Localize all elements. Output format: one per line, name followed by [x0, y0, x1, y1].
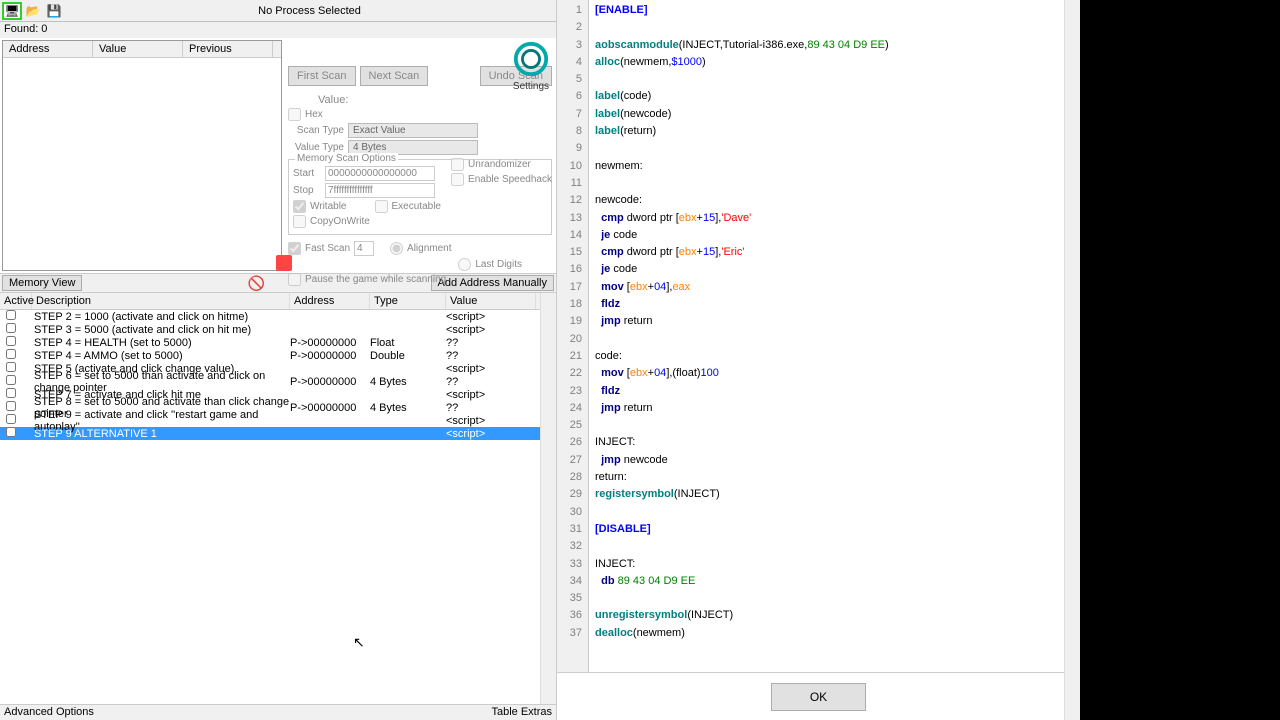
table-row[interactable]: STEP 9 = activate and click ''restart ga… [0, 414, 556, 427]
table-extras[interactable]: Table Extras [491, 706, 552, 719]
scan-options: Settings First Scan Next Scan Undo Scan … [284, 38, 556, 273]
active-checkbox[interactable] [6, 349, 16, 359]
save-icon[interactable]: 💾 [44, 2, 64, 20]
speedhack-icon[interactable] [276, 255, 292, 271]
editor-scrollbar[interactable] [1064, 0, 1080, 672]
table-row[interactable]: STEP 4 = AMMO (set to 5000)P->00000000Do… [0, 349, 556, 362]
align-radio[interactable] [390, 242, 403, 255]
col-active[interactable]: Active [0, 293, 32, 309]
active-checkbox[interactable] [6, 401, 16, 411]
active-checkbox[interactable] [6, 414, 16, 424]
table-row[interactable]: STEP 4 = HEALTH (set to 5000)P->00000000… [0, 336, 556, 349]
line-gutter: 1 2 3 4 5 6 7 8 9 10 11 12 13 14 15 16 1… [557, 0, 589, 672]
next-scan-button[interactable]: Next Scan [360, 66, 429, 86]
hex-checkbox[interactable] [288, 108, 301, 121]
address-table[interactable]: Active Description Address Type Value ST… [0, 293, 556, 704]
table-row[interactable]: STEP 9 ALTERNATIVE 1<script> [0, 427, 556, 440]
scantype-select[interactable]: Exact Value [348, 123, 478, 138]
table-scrollbar[interactable] [540, 293, 556, 704]
active-checkbox[interactable] [6, 310, 16, 320]
no-icon: 🚫 [248, 275, 265, 291]
code-text[interactable]: [ENABLE] aobscanmodule(INJECT,Tutorial-i… [589, 0, 1080, 672]
active-checkbox[interactable] [6, 362, 16, 372]
ok-button[interactable]: OK [771, 683, 866, 711]
fastscan-input[interactable] [354, 241, 374, 256]
col-addr[interactable]: Address [290, 293, 370, 309]
table-row[interactable]: STEP 3 = 5000 (activate and click on hit… [0, 323, 556, 336]
table-row[interactable]: STEP 6 = set to 5000 than activate and c… [0, 375, 556, 388]
active-checkbox[interactable] [6, 336, 16, 346]
cheat-engine-icon [512, 40, 550, 78]
open-process-icon[interactable]: 🖥 [2, 2, 22, 20]
advanced-options[interactable]: Advanced Options [4, 706, 94, 719]
main-panel: 🖥 📂 💾 No Process Selected Found: 0 Addre… [0, 0, 557, 720]
col-desc[interactable]: Description [32, 293, 290, 309]
active-checkbox[interactable] [6, 388, 16, 398]
fastscan-cb[interactable] [288, 242, 301, 255]
found-count: Found: 0 [0, 22, 556, 38]
col-previous[interactable]: Previous [183, 41, 273, 57]
memory-view-button[interactable]: Memory View [2, 275, 82, 291]
toolbar: 🖥 📂 💾 No Process Selected [0, 0, 556, 22]
pause-cb[interactable] [288, 273, 301, 286]
value-label: Value: [318, 94, 552, 106]
lastdig-radio[interactable] [458, 258, 471, 271]
speedhack-cb[interactable] [451, 173, 464, 186]
open-file-icon[interactable]: 📂 [23, 2, 43, 20]
col-type[interactable]: Type [370, 293, 446, 309]
settings-link[interactable]: Settings [512, 81, 550, 92]
table-row[interactable]: STEP 2 = 1000 (activate and click on hit… [0, 310, 556, 323]
process-label: No Process Selected [65, 5, 554, 17]
writable-cb[interactable] [293, 200, 306, 213]
script-editor: 1 2 3 4 5 6 7 8 9 10 11 12 13 14 15 16 1… [557, 0, 1080, 720]
exec-cb[interactable] [375, 200, 388, 213]
start-input[interactable] [325, 166, 435, 181]
col-val[interactable]: Value [446, 293, 536, 309]
col-address[interactable]: Address [3, 41, 93, 57]
col-value[interactable]: Value [93, 41, 183, 57]
stop-input[interactable] [325, 183, 435, 198]
unrand-cb[interactable] [451, 158, 464, 171]
active-checkbox[interactable] [6, 375, 16, 385]
ce-logo[interactable]: Settings [512, 40, 550, 92]
active-checkbox[interactable] [6, 323, 16, 333]
active-checkbox[interactable] [6, 427, 16, 437]
scan-results-list[interactable]: Address Value Previous [2, 40, 282, 271]
cow-cb[interactable] [293, 215, 306, 228]
first-scan-button[interactable]: First Scan [288, 66, 356, 86]
